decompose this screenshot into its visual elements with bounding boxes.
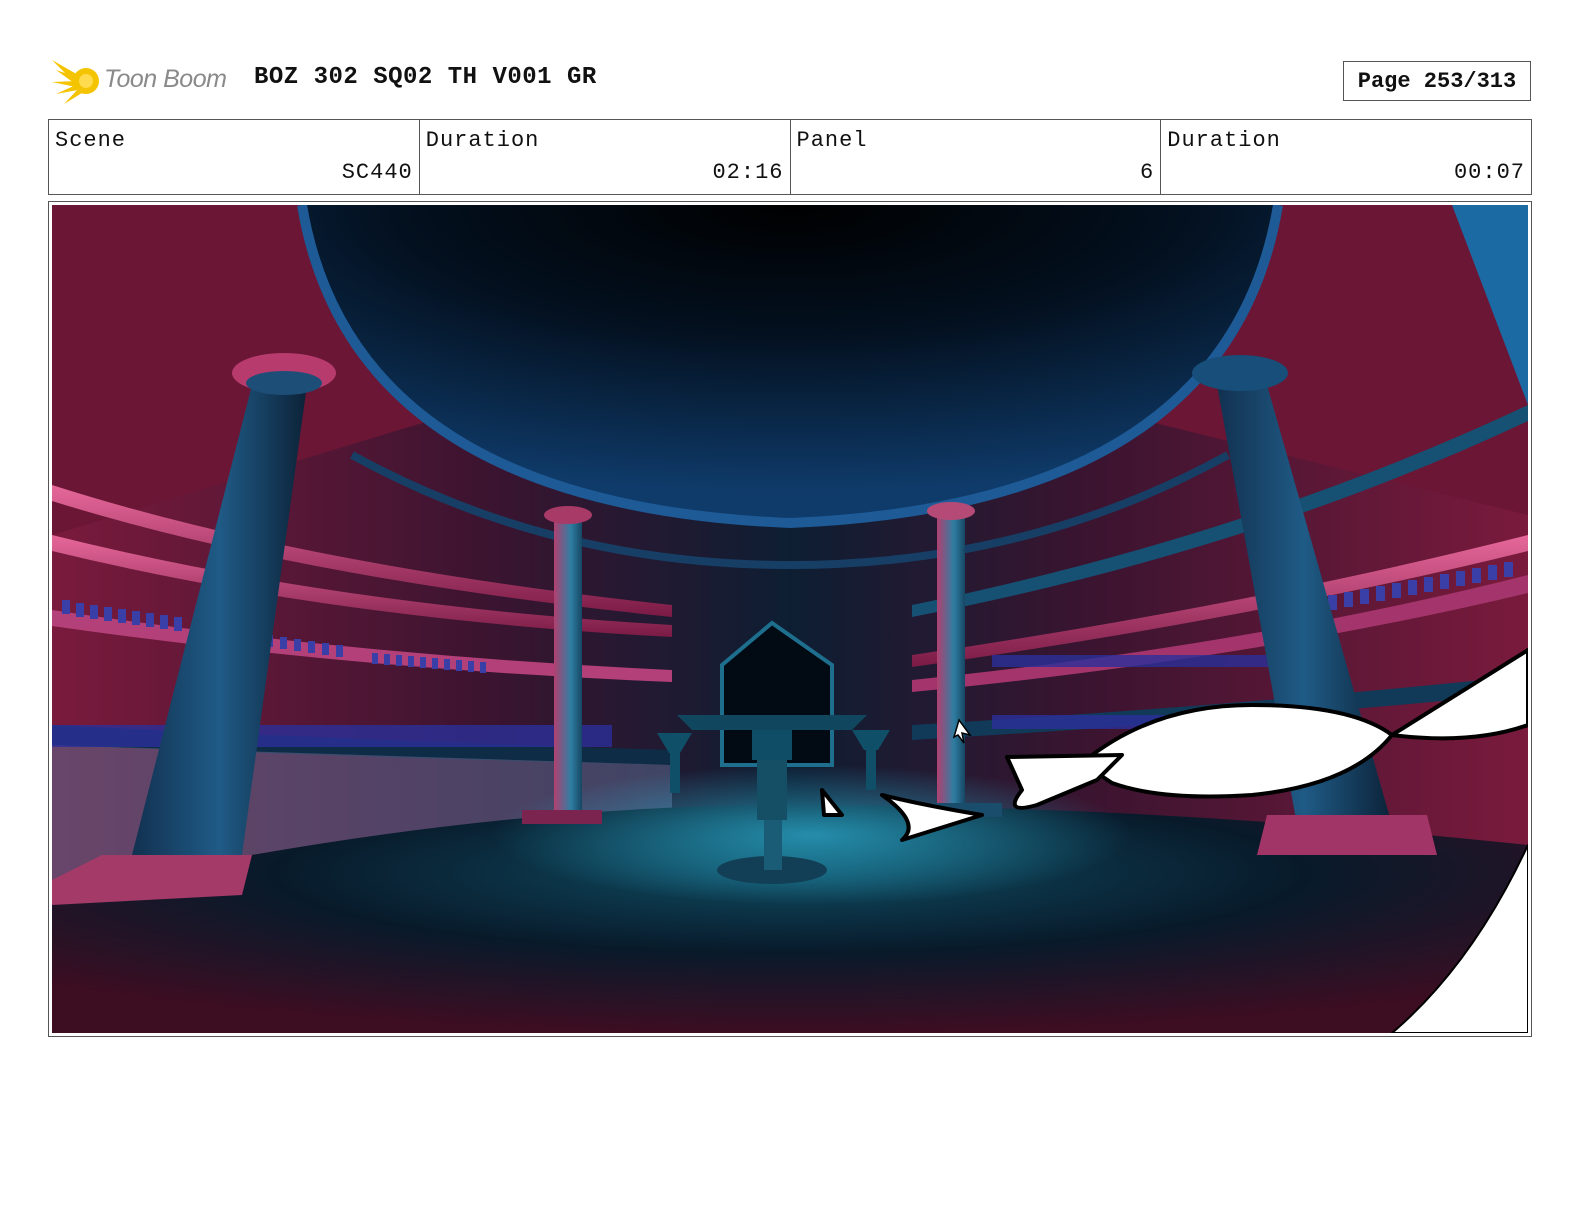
panel-duration-value: 00:07 [1453, 160, 1525, 185]
panel-cell: Panel 6 [791, 120, 1162, 194]
scene-duration-cell: Duration 02:16 [420, 120, 791, 194]
panel-value: 6 [1140, 160, 1155, 185]
scene-cell: Scene SC440 [49, 120, 420, 194]
toon-boom-logo: Toon Boom [50, 56, 240, 106]
temple-interior-render [52, 205, 1528, 1033]
document-title: BOZ 302 SQ02 TH V001 GR [254, 64, 597, 91]
storyboard-panel-frame [48, 201, 1532, 1037]
page-indicator: Page 253/313 [1343, 61, 1531, 101]
scene-value: SC440 [341, 160, 413, 185]
toon-boom-star-icon [52, 60, 99, 104]
panel-duration-cell: Duration 00:07 [1161, 120, 1531, 194]
storyboard-panel-image [52, 205, 1528, 1033]
scene-info-table: Scene SC440 Duration 02:16 Panel 6 Durat… [48, 119, 1532, 195]
logo-text: Toon Boom [104, 65, 227, 93]
scene-duration-value: 02:16 [712, 160, 784, 185]
panel-label: Panel [796, 128, 868, 153]
panel-duration-label: Duration [1167, 128, 1281, 153]
scene-duration-label: Duration [425, 128, 540, 153]
scene-label: Scene [55, 128, 127, 153]
